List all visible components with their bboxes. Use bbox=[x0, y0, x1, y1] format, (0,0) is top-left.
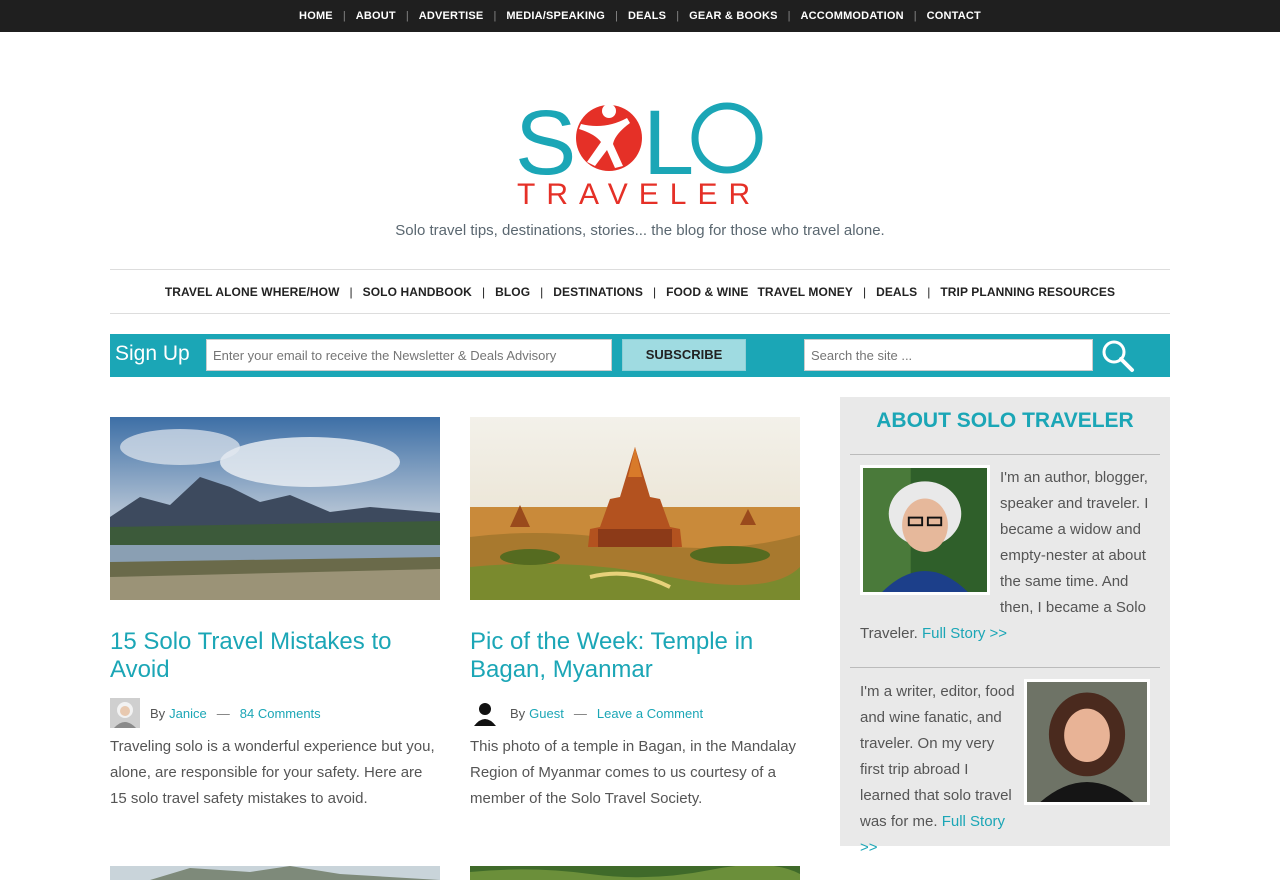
by-label: By bbox=[510, 705, 526, 721]
nav-separator: | bbox=[652, 284, 657, 299]
topnav-deals[interactable]: DEALS bbox=[628, 10, 666, 22]
newsletter-signup-bar: Sign Up SUBSCRIBE bbox=[110, 334, 1170, 377]
search-icon[interactable] bbox=[1100, 338, 1136, 374]
post-meta: By Guest — Leave a Comment bbox=[470, 698, 800, 728]
post-card: 15 Solo Travel Mistakes to Avoid By Jani… bbox=[110, 417, 440, 812]
top-navigation: HOME | ABOUT | ADVERTISE | MEDIA/SPEAKING | … bbox=[0, 0, 1280, 32]
post-thumbnail-next[interactable] bbox=[110, 866, 440, 880]
meta-separator: — bbox=[216, 705, 230, 721]
nav-separator: | bbox=[913, 10, 917, 22]
nav-trip-planning[interactable]: TRIP PLANNING RESOURCES bbox=[940, 285, 1115, 299]
divider bbox=[850, 667, 1160, 668]
nav-separator: | bbox=[349, 284, 353, 299]
topnav-accommodation[interactable]: ACCOMMODATION bbox=[801, 10, 904, 22]
nav-travel-alone[interactable]: TRAVEL ALONE WHERE/HOW bbox=[165, 285, 340, 299]
bio-coauthor: I'm a writer, editor, food and wine fana… bbox=[860, 679, 1150, 861]
topnav-home[interactable]: HOME bbox=[299, 10, 333, 22]
search-input[interactable] bbox=[804, 339, 1093, 371]
post-title[interactable]: Pic of the Week: Temple in Bagan, Myanma… bbox=[470, 628, 800, 684]
svg-text:TRAVELER: TRAVELER bbox=[517, 178, 761, 208]
comments-link[interactable]: Leave a Comment bbox=[597, 706, 703, 721]
nav-separator: | bbox=[676, 10, 680, 22]
nav-separator: | bbox=[342, 10, 346, 22]
author-link[interactable]: Guest bbox=[529, 706, 564, 721]
topnav-advertise[interactable]: ADVERTISE bbox=[419, 10, 484, 22]
post-title[interactable]: 15 Solo Travel Mistakes to Avoid bbox=[110, 628, 440, 684]
topnav-media-speaking[interactable]: MEDIA/SPEAKING bbox=[506, 10, 605, 22]
signup-label: Sign Up bbox=[115, 342, 190, 365]
nav-solo-handbook[interactable]: SOLO HANDBOOK bbox=[363, 285, 472, 299]
main-navigation: TRAVEL ALONE WHERE/HOW | SOLO HANDBOOK | B… bbox=[110, 269, 1170, 314]
post-meta: By Janice — 84 Comments bbox=[110, 698, 440, 728]
nav-food-wine[interactable]: FOOD & WINE bbox=[666, 285, 748, 299]
author-avatar bbox=[110, 698, 140, 728]
bio-janice: I'm an author, blogger, speaker and trav… bbox=[860, 465, 1150, 647]
bio-text: I'm a writer, editor, food and wine fana… bbox=[860, 683, 1015, 830]
topnav-about[interactable]: ABOUT bbox=[356, 10, 396, 22]
author-photo bbox=[1024, 679, 1150, 805]
by-label: By bbox=[150, 705, 166, 721]
nav-separator: | bbox=[927, 284, 931, 299]
nav-separator: | bbox=[615, 10, 618, 22]
newsletter-email-input[interactable] bbox=[206, 339, 612, 371]
meta-separator: — bbox=[573, 705, 587, 721]
nav-separator: | bbox=[481, 284, 486, 299]
topnav-gear-books[interactable]: GEAR & BOOKS bbox=[689, 10, 778, 22]
author-photo bbox=[860, 465, 990, 595]
nav-blog[interactable]: BLOG bbox=[495, 285, 530, 299]
post-excerpt: Traveling solo is a wonderful experience… bbox=[110, 738, 435, 807]
nav-separator: | bbox=[862, 284, 867, 299]
nav-destinations[interactable]: DESTINATIONS bbox=[553, 285, 643, 299]
site-tagline: Solo travel tips, destinations, stories.… bbox=[395, 222, 885, 239]
site-header: S L TRAVELER Solo travel tips, destinati… bbox=[0, 32, 1280, 300]
comments-link[interactable]: 84 Comments bbox=[240, 706, 321, 721]
full-story-link[interactable]: Full Story >> bbox=[922, 625, 1007, 642]
post-thumbnail-landscape[interactable] bbox=[110, 417, 440, 600]
about-sidebar: ABOUT SOLO TRAVELER I'm an author, blogg… bbox=[840, 397, 1170, 856]
post-thumbnail-next[interactable] bbox=[470, 866, 800, 880]
nav-separator: | bbox=[787, 10, 791, 22]
sidebar-title: ABOUT SOLO TRAVELER bbox=[876, 409, 1134, 432]
topnav-contact[interactable]: CONTACT bbox=[927, 10, 981, 22]
nav-separator: | bbox=[540, 284, 544, 299]
nav-separator: | bbox=[405, 10, 409, 22]
nav-travel-money[interactable]: TRAVEL MONEY bbox=[758, 285, 853, 299]
divider bbox=[850, 454, 1160, 455]
subscribe-button[interactable]: SUBSCRIBE bbox=[622, 339, 746, 371]
solo-traveler-logo[interactable]: S L TRAVELER bbox=[515, 96, 765, 208]
post-card: Pic of the Week: Temple in Bagan, Myanma… bbox=[470, 417, 800, 812]
nav-deals[interactable]: DEALS bbox=[876, 285, 917, 299]
nav-separator: | bbox=[493, 10, 497, 22]
default-user-avatar bbox=[470, 698, 500, 728]
author-link[interactable]: Janice bbox=[169, 706, 207, 721]
post-excerpt: This photo of a temple in Bagan, in the … bbox=[470, 738, 797, 807]
post-thumbnail-temple[interactable] bbox=[470, 417, 800, 600]
